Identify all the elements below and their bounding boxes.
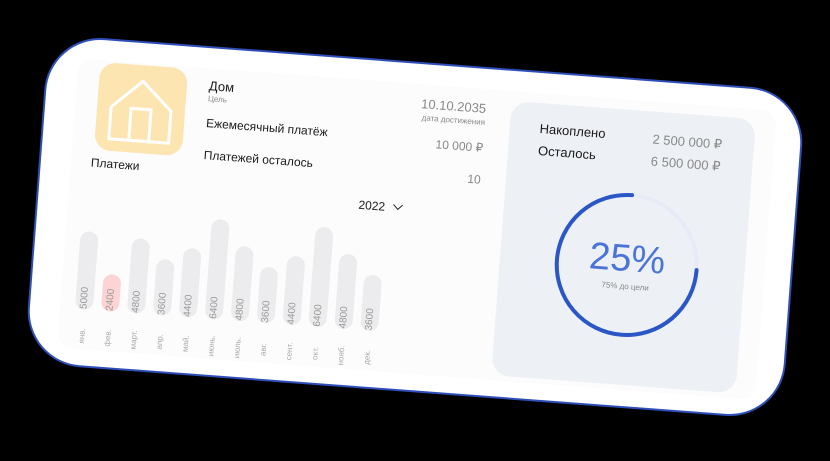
month-label: дек. [357,336,377,371]
month-label: июль. [227,326,247,361]
bar-value: 3600 [259,300,273,324]
bar-1[interactable]: 2400 [100,273,122,313]
left-label: Осталось [537,143,597,163]
month-label-text: июнь. [206,334,217,357]
payments-left-value: 10 [466,171,482,187]
month-label: сент. [279,330,299,365]
month-label-text: янв. [76,327,87,344]
month-label: апр. [150,321,170,356]
goal-subtitle: Цель [207,94,228,105]
bar-4[interactable]: 4400 [178,247,202,318]
bar-8[interactable]: 4400 [282,255,306,326]
left-value: 6 500 000 ₽ [650,153,721,174]
month-label-text: март. [128,329,139,350]
bar-value: 4400 [182,294,195,318]
month-label-text: дек. [362,349,373,366]
bar-value: 5000 [78,286,92,310]
year-select[interactable]: 2022 [357,197,404,215]
month-label-text: апр. [154,333,165,350]
month-label-text: окт. [310,346,321,361]
savings-panel: Накоплено Осталось 2 500 000 ₽ 6 500 000… [491,100,757,394]
month-label-text: фев. [102,328,113,347]
monthly-payment-value: 10 000 ₽ [435,137,484,155]
bar-value: 6400 [208,296,221,320]
saved-value: 2 500 000 ₽ [651,131,723,152]
bar-value: 4800 [233,298,247,322]
goal-title: Дом [208,78,235,96]
bar-value: 6400 [311,303,325,327]
house-icon [93,61,189,157]
saved-label: Накоплено [539,121,607,141]
bar-value: 2400 [104,288,117,312]
month-label: окт. [305,332,325,367]
month-label-text: май. [180,334,191,353]
bar-value: 4800 [337,305,351,329]
bar-11[interactable]: 3600 [360,274,383,332]
payments-title: Платежи [90,155,140,174]
bar-value: 4400 [285,302,299,326]
monthly-payment-label: Ежемесячный платёж [205,116,329,140]
month-label-text: сент. [284,342,295,361]
goal-card: Дом Цель Ежемесячный платёж Платежей ост… [23,33,807,421]
month-label: янв. [72,315,92,350]
bar-2[interactable]: 4800 [126,237,151,314]
month-label-text: авг. [258,342,269,357]
month-label: нояб. [331,334,351,369]
bar-7[interactable]: 3600 [256,266,279,324]
bar-9[interactable]: 6400 [308,226,334,328]
payments-bar-chart: 5000 янв. 2400 фев. 4800 март. 3600 апр. 4400 май… [62,198,402,372]
bar-value: 3600 [156,292,169,316]
bar-0[interactable]: 5000 [74,230,99,311]
bar-3[interactable]: 3600 [152,258,175,316]
month-label-text: нояб. [335,345,347,366]
bar-value: 3600 [363,307,377,331]
chevron-down-icon [393,200,404,211]
bar-6[interactable]: 4800 [230,245,255,322]
month-label-text: июль. [232,336,243,359]
goal-panel: Дом Цель Ежемесячный платёж Платежей ост… [56,58,777,400]
month-label: март. [124,319,144,354]
year-value: 2022 [357,197,386,214]
month-label: май. [176,323,196,358]
month-label: авг. [253,328,273,363]
month-label: июнь. [202,324,222,359]
payments-left-label: Платежей осталось [203,147,314,171]
month-label: фев. [98,317,118,352]
bar-10[interactable]: 4800 [334,253,358,330]
bar-5[interactable]: 6400 [204,218,230,320]
bar-value: 4800 [130,290,143,314]
